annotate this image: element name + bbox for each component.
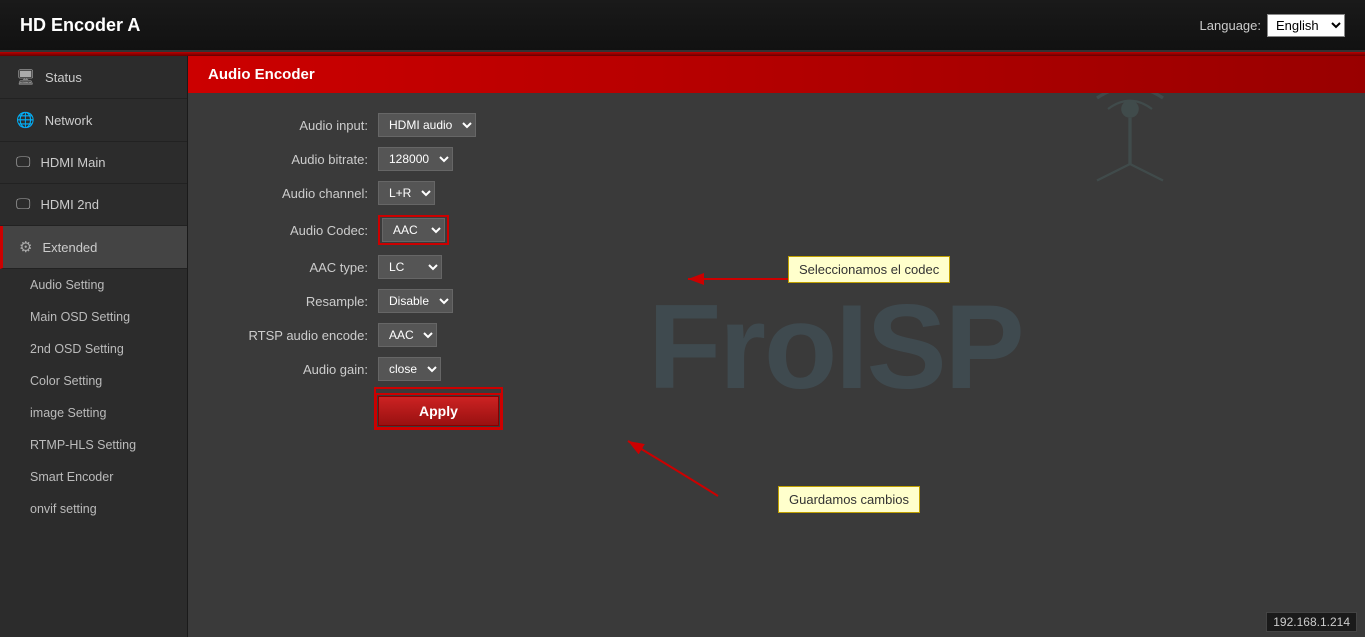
- resample-label: Resample:: [218, 294, 378, 309]
- hdmi-main-icon: 🖵: [16, 154, 30, 171]
- codec-highlight-box: AAC MP3 G711: [378, 215, 449, 245]
- apply-highlight: Apply: [378, 391, 499, 426]
- apply-button[interactable]: Apply: [378, 396, 499, 426]
- sidebar-label-hdmi-2nd: HDMI 2nd: [40, 197, 99, 212]
- sidebar-item-extended[interactable]: ⚙ Extended: [0, 226, 187, 269]
- sidebar-sub-image-setting[interactable]: image Setting: [0, 397, 187, 429]
- sidebar-item-hdmi-2nd[interactable]: 🖵 HDMI 2nd: [0, 184, 187, 226]
- hdmi-2nd-icon: 🖵: [16, 196, 30, 213]
- topbar: HD Encoder A Language: English Chinese: [0, 0, 1365, 52]
- sidebar-sub-color-setting[interactable]: Color Setting: [0, 365, 187, 397]
- sidebar-item-network[interactable]: 🌐 Network: [0, 99, 187, 142]
- codec-annotation: Seleccionamos el codec: [788, 256, 950, 283]
- sidebar-sub-audio-setting[interactable]: Audio Setting: [0, 269, 187, 301]
- resample-select[interactable]: Disable Enable: [378, 289, 453, 313]
- sidebar-sub-smart-encoder[interactable]: Smart Encoder: [0, 461, 187, 493]
- audio-codec-label: Audio Codec:: [218, 223, 378, 238]
- content-header: Audio Encoder: [188, 56, 1365, 93]
- rtsp-audio-select[interactable]: AAC MP3: [378, 323, 437, 347]
- apply-annotation: Guardamos cambios: [778, 486, 920, 513]
- sidebar-label-status: Status: [45, 70, 82, 85]
- audio-channel-row: Audio channel: L+R L R: [218, 181, 1335, 205]
- language-select[interactable]: English Chinese: [1267, 14, 1345, 37]
- audio-bitrate-label: Audio bitrate:: [218, 152, 378, 167]
- aac-type-select[interactable]: LC HE HEv2: [378, 255, 442, 279]
- audio-channel-select[interactable]: L+R L R: [378, 181, 435, 205]
- network-icon: 🌐: [16, 111, 35, 129]
- audio-codec-row: Audio Codec: AAC MP3 G711: [218, 215, 1335, 245]
- audio-bitrate-row: Audio bitrate: 128000 64000 32000: [218, 147, 1335, 171]
- sidebar-sub-onvif[interactable]: onvif setting: [0, 493, 187, 525]
- rtsp-audio-row: RTSP audio encode: AAC MP3: [218, 323, 1335, 347]
- audio-gain-row: Audio gain: close 3dB 6dB 9dB 12dB: [218, 357, 1335, 381]
- sidebar-label-hdmi-main: HDMI Main: [40, 155, 105, 170]
- audio-gain-select[interactable]: close 3dB 6dB 9dB 12dB: [378, 357, 441, 381]
- apply-arrow: [618, 431, 798, 501]
- codec-arrow: [678, 264, 798, 294]
- ip-address: 192.168.1.214: [1266, 612, 1357, 632]
- sidebar-label-network: Network: [45, 113, 93, 128]
- content-area: FroISP Audio Encoder Audio input: HDMI a…: [188, 56, 1365, 637]
- apply-row: Apply: [218, 391, 1335, 426]
- monitor-icon: 🖥: [16, 68, 35, 86]
- language-label: Language:: [1200, 18, 1261, 33]
- rtsp-audio-label: RTSP audio encode:: [218, 328, 378, 343]
- sidebar-sub-2nd-osd[interactable]: 2nd OSD Setting: [0, 333, 187, 365]
- audio-input-label: Audio input:: [218, 118, 378, 133]
- extended-icon: ⚙: [19, 238, 32, 256]
- sidebar-label-extended: Extended: [42, 240, 97, 255]
- aac-type-label: AAC type:: [218, 260, 378, 275]
- audio-input-row: Audio input: HDMI audio Line In: [218, 113, 1335, 137]
- audio-gain-label: Audio gain:: [218, 362, 378, 377]
- sidebar-item-hdmi-main[interactable]: 🖵 HDMI Main: [0, 142, 187, 184]
- app-title: HD Encoder A: [20, 15, 140, 36]
- audio-channel-label: Audio channel:: [218, 186, 378, 201]
- audio-codec-select[interactable]: AAC MP3 G711: [382, 218, 445, 242]
- sidebar-item-status[interactable]: 🖥 Status: [0, 56, 187, 99]
- audio-input-select[interactable]: HDMI audio Line In: [378, 113, 476, 137]
- main-layout: 🖥 Status 🌐 Network 🖵 HDMI Main 🖵 HDMI 2n…: [0, 56, 1365, 637]
- sidebar-sub-rtmp-hls[interactable]: RTMP-HLS Setting: [0, 429, 187, 461]
- audio-bitrate-select[interactable]: 128000 64000 32000: [378, 147, 453, 171]
- sidebar-sub-main-osd[interactable]: Main OSD Setting: [0, 301, 187, 333]
- language-section: Language: English Chinese: [1200, 14, 1345, 37]
- sidebar: 🖥 Status 🌐 Network 🖵 HDMI Main 🖵 HDMI 2n…: [0, 56, 188, 637]
